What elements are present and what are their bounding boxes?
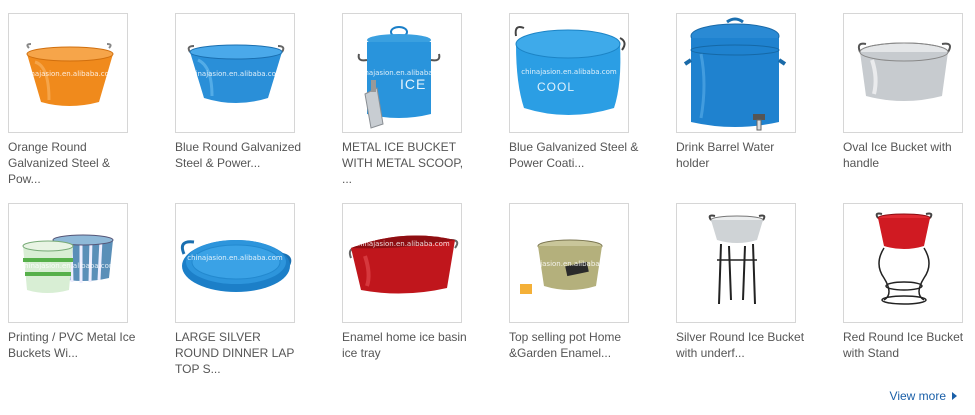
product-card[interactable]: chinajasion.en.alibaba.com ICE METAL ICE… xyxy=(342,13,509,203)
product-thumbnail[interactable] xyxy=(676,203,796,323)
product-title[interactable]: Red Round Ice Bucket with Stand xyxy=(843,329,975,361)
product-thumbnail[interactable]: chinajasion.en.alibaba.com ICE xyxy=(342,13,462,133)
watermark: chinajasion.en.alibaba.com xyxy=(521,68,617,76)
view-more-link[interactable]: View more xyxy=(890,389,957,403)
product-thumbnail[interactable]: chinajasion.en.alibaba.com xyxy=(175,13,295,133)
product-thumbnail[interactable]: chinajasion.en.alibaba.com xyxy=(8,13,128,133)
red-bucket-stand-icon xyxy=(875,212,933,305)
product-title[interactable]: Oval Ice Bucket with handle xyxy=(843,139,975,171)
product-thumbnail[interactable]: chinajasion.en.alibaba.com xyxy=(509,203,629,323)
product-title[interactable]: Blue Round Galvanized Steel & Power... xyxy=(175,139,307,171)
product-card[interactable]: chinajasion.en.alibaba.com Blue Round Ga… xyxy=(175,13,342,203)
product-thumbnail[interactable] xyxy=(843,203,963,323)
product-card[interactable]: chinajasion.en.alibaba.com Top selling p… xyxy=(509,203,676,393)
product-row: chinajasion.en.alibaba.com Orange Round … xyxy=(8,13,970,203)
product-card[interactable]: Red Round Ice Bucket with Stand xyxy=(843,203,975,393)
product-card[interactable]: chinajasion.en.alibaba.com Orange Round … xyxy=(8,13,175,203)
bucket-label: ICE xyxy=(400,76,427,92)
product-title[interactable]: LARGE SILVER ROUND DINNER LAP TOP S... xyxy=(175,329,307,377)
watermark: chinajasion.en.alibaba.com xyxy=(354,240,450,248)
triangle-right-icon xyxy=(952,392,957,400)
product-grid: chinajasion.en.alibaba.com Orange Round … xyxy=(8,13,970,393)
product-card[interactable]: Silver Round Ice Bucket with underf... xyxy=(676,203,843,393)
product-title[interactable]: Enamel home ice basin ice tray xyxy=(342,329,474,361)
watermark: chinajasion.en.alibaba.com xyxy=(187,254,283,262)
watermark: chinajasion.en.alibaba.com xyxy=(521,260,617,268)
oval-silver-bucket-icon xyxy=(857,42,951,101)
product-title[interactable]: Top selling pot Home &Garden Enamel... xyxy=(509,329,641,361)
product-thumbnail[interactable]: chinajasion.en.alibaba.com COOL xyxy=(509,13,629,133)
red-basin-icon xyxy=(348,235,459,294)
blue-tray-icon xyxy=(180,240,292,292)
product-thumbnail[interactable]: chinajasion.en.alibaba.com xyxy=(8,203,128,323)
product-card[interactable]: chinajasion.en.alibaba.com Enamel home i… xyxy=(342,203,509,393)
watermark: chinajasion.en.alibaba.com xyxy=(20,70,116,78)
product-thumbnail[interactable]: chinajasion.en.alibaba.com xyxy=(342,203,462,323)
product-title[interactable]: Drink Barrel Water holder xyxy=(676,139,808,171)
product-thumbnail[interactable] xyxy=(676,13,796,133)
product-title[interactable]: METAL ICE BUCKET WITH METAL SCOOP, ... xyxy=(342,139,474,187)
view-more-label: View more xyxy=(889,389,946,403)
product-card[interactable]: chinajasion.en.alibaba.com LARGE SILVER … xyxy=(175,203,342,393)
product-thumbnail[interactable] xyxy=(843,13,963,133)
product-card[interactable]: Oval Ice Bucket with handle xyxy=(843,13,975,203)
bucket-label: COOL xyxy=(537,80,576,94)
product-card[interactable]: chinajasion.en.alibaba.com COOL Blue Gal… xyxy=(509,13,676,203)
water-barrel-icon xyxy=(683,17,787,131)
product-title[interactable]: Silver Round Ice Bucket with underf... xyxy=(676,329,808,361)
product-row: chinajasion.en.alibaba.com Printing / PV… xyxy=(8,203,970,393)
product-card[interactable]: Drink Barrel Water holder xyxy=(676,13,843,203)
product-thumbnail[interactable]: chinajasion.en.alibaba.com xyxy=(175,203,295,323)
watermark: chinajasion.en.alibaba.com xyxy=(187,70,283,78)
product-title[interactable]: Blue Galvanized Steel & Power Coati... xyxy=(509,139,641,171)
product-title[interactable]: Printing / PVC Metal Ice Buckets Wi... xyxy=(8,329,140,361)
product-title[interactable]: Orange Round Galvanized Steel & Pow... xyxy=(8,139,140,187)
watermark: chinajasion.en.alibaba.com xyxy=(20,262,116,270)
silver-bucket-stand-icon xyxy=(708,214,766,305)
product-card[interactable]: chinajasion.en.alibaba.com Printing / PV… xyxy=(8,203,175,393)
